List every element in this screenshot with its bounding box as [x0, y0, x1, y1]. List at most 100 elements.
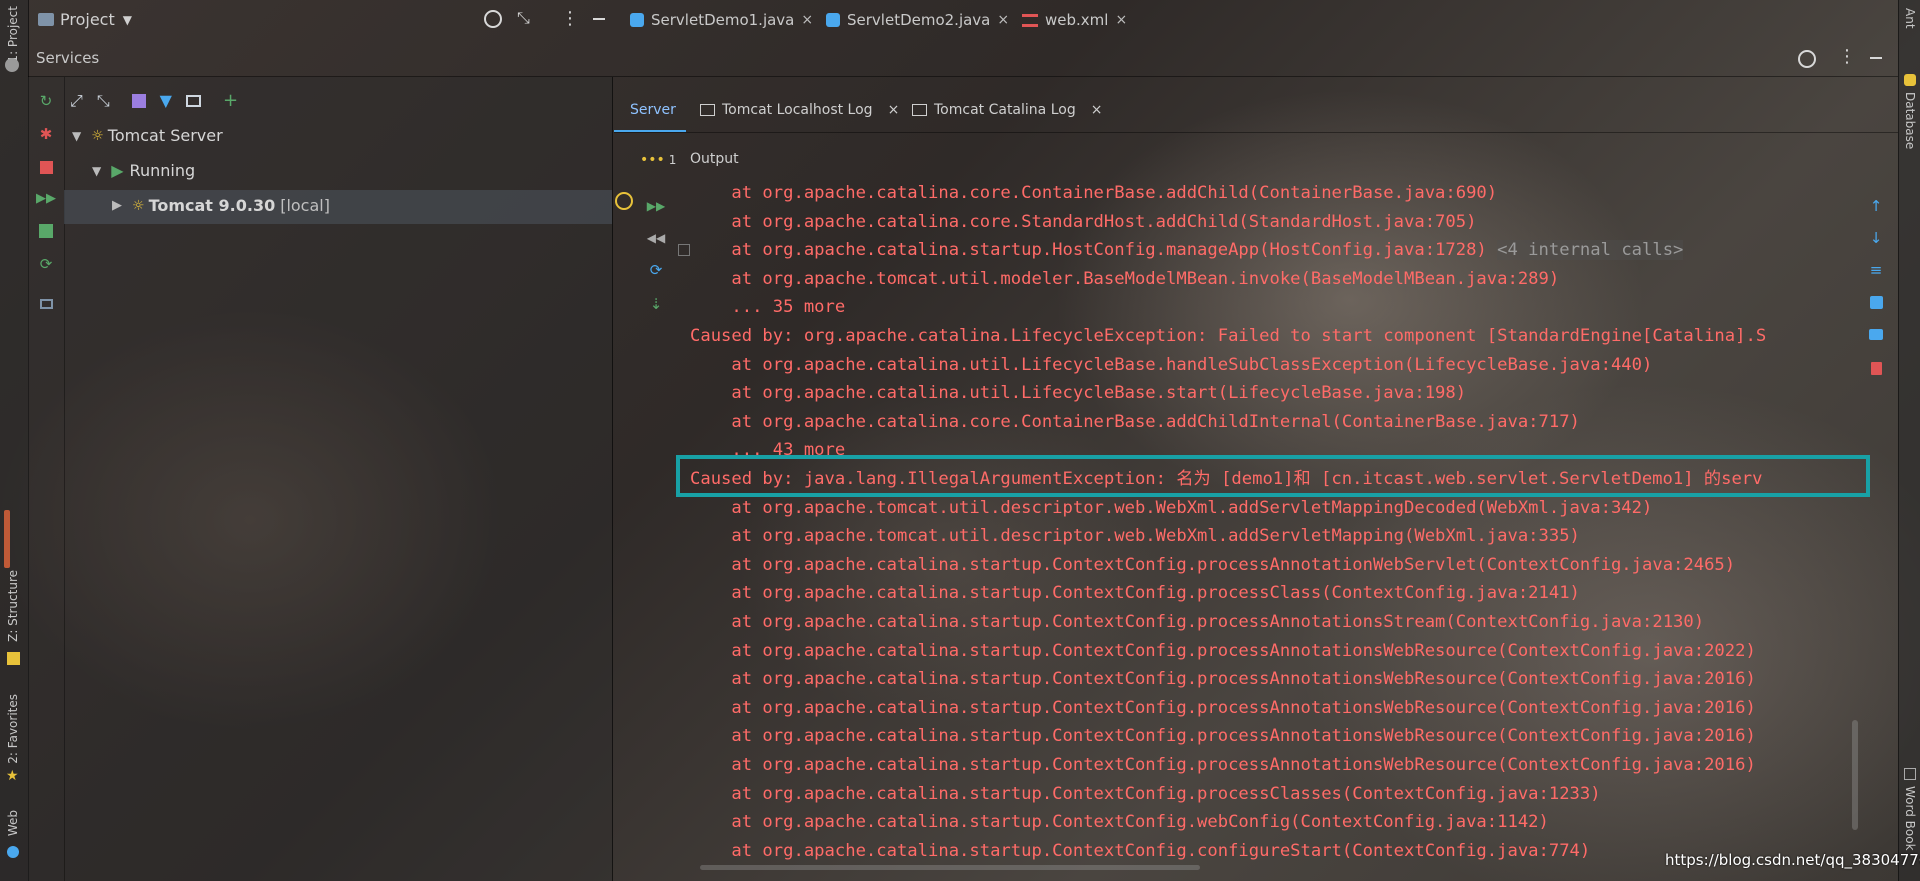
tab-tomcat-catalina-log[interactable]: Tomcat Catalina Log ×: [912, 88, 1102, 132]
open-in-new-tab-icon[interactable]: [185, 94, 201, 107]
close-icon[interactable]: ×: [1091, 102, 1103, 118]
warning-icon: [614, 191, 634, 211]
project-view-selector[interactable]: Project ▼: [38, 10, 132, 29]
update-icon[interactable]: ⟳: [37, 255, 55, 273]
group-by-icon[interactable]: [131, 93, 146, 108]
update-running-icon[interactable]: ⟳: [646, 260, 666, 280]
redeploy-icon[interactable]: ▶▶: [36, 189, 56, 207]
step-icon[interactable]: ◀◀: [646, 228, 666, 248]
database-icon: [1904, 74, 1916, 86]
layout-icon[interactable]: [37, 295, 55, 313]
right-tool-window-strip: Ant Database Word Book: [1898, 0, 1920, 881]
expand-all-icon[interactable]: ⤢: [70, 91, 83, 111]
log-line: at org.apache.catalina.startup.ContextCo…: [690, 812, 1549, 833]
redeploy-icon[interactable]: ▶▶: [646, 196, 666, 216]
output-label: Output: [690, 151, 739, 167]
tab-servletdemo2[interactable]: ServletDemo2.java ×: [826, 8, 1009, 32]
tab-label: ServletDemo2.java: [847, 11, 991, 29]
services-vertical-toolbar: ↻ ✱ ▶▶ ⟳: [28, 77, 65, 881]
word-book-tool-label: Word Book: [1903, 786, 1917, 851]
run-icon: ▶: [111, 161, 124, 180]
tree-label: Running: [129, 161, 196, 180]
log-line: at org.apache.catalina.util.LifecycleBas…: [690, 383, 1467, 404]
web-tool-button[interactable]: Web: [6, 810, 20, 840]
ant-tool-button[interactable]: Ant: [1903, 8, 1917, 33]
tab-tomcat-localhost-log[interactable]: Tomcat Localhost Log ×: [700, 88, 899, 132]
scroll-down-icon[interactable]: ↓: [1866, 228, 1886, 248]
tree-node-tomcat-instance[interactable]: ▶ ☼ Tomcat 9.0.30 [local]: [112, 196, 330, 215]
tree-node-running[interactable]: ▼ ▶ Running: [92, 161, 195, 180]
debug-icon[interactable]: ✱: [37, 125, 55, 143]
favorites-tool-button[interactable]: 2: Favorites: [6, 694, 20, 768]
target-icon[interactable]: [484, 10, 502, 28]
project-label: Project: [60, 10, 115, 29]
dump-threads-icon[interactable]: ⇣: [646, 294, 666, 314]
instance-name: Tomcat 9.0.30: [148, 196, 276, 215]
count-badge: 1: [668, 153, 677, 167]
tab-web-xml[interactable]: web.xml ×: [1022, 8, 1127, 32]
active-tab-underline: [614, 130, 686, 132]
structure-tool-label: Z: Structure: [6, 570, 20, 642]
tomcat-icon: ☼: [132, 197, 145, 214]
print-icon[interactable]: [1866, 324, 1886, 344]
target-icon[interactable]: [1798, 50, 1816, 68]
dots-icon: •••: [640, 152, 665, 168]
scroll-indicator: [4, 510, 10, 568]
scroll-to-end-icon[interactable]: [1866, 292, 1886, 312]
chevron-right-icon: ▶: [112, 198, 122, 213]
clear-all-icon[interactable]: [1866, 358, 1886, 378]
vertical-scrollbar[interactable]: [1852, 720, 1858, 830]
star-icon: ★: [6, 768, 19, 784]
favorites-tool-label: 2: Favorites: [6, 694, 20, 764]
log-line: at org.apache.catalina.startup.ContextCo…: [690, 697, 1756, 718]
log-line: Caused by: org.apache.catalina.Lifecycle…: [690, 326, 1767, 346]
collapse-all-icon[interactable]: ⤡: [97, 91, 110, 111]
log-line: at org.apache.tomcat.util.descriptor.web…: [690, 526, 1580, 547]
close-icon[interactable]: ×: [801, 12, 813, 28]
terminal-icon: [912, 104, 927, 116]
refresh-icon[interactable]: ↻: [37, 92, 55, 110]
highlight-box: [676, 455, 1870, 497]
stop-icon[interactable]: [37, 158, 55, 176]
log-line: at org.apache.catalina.core.ContainerBas…: [690, 411, 1580, 432]
log-line: at org.apache.catalina.core.StandardHost…: [690, 211, 1477, 232]
deployment-count[interactable]: ••• 1: [640, 152, 676, 168]
soft-wrap-icon[interactable]: ≡: [1866, 260, 1886, 280]
filter-icon[interactable]: ▼: [160, 91, 172, 110]
more-options-icon[interactable]: ⋮: [1838, 46, 1856, 67]
more-options-icon[interactable]: ⋮: [561, 8, 579, 29]
log-line: at org.apache.catalina.startup.HostConfi…: [690, 240, 1684, 261]
collapse-icon[interactable]: ⤡: [517, 8, 530, 28]
services-title: Services: [36, 49, 100, 67]
minimize-icon[interactable]: [593, 18, 605, 20]
log-line: at org.apache.catalina.startup.ContextCo…: [690, 669, 1756, 690]
log-line: at org.apache.catalina.startup.ContextCo…: [690, 726, 1756, 747]
close-icon[interactable]: ×: [888, 102, 900, 118]
deploy-icon[interactable]: [37, 222, 55, 240]
fold-marker-icon[interactable]: [678, 244, 690, 256]
minimize-icon[interactable]: [1870, 57, 1882, 59]
chevron-down-icon: ▼: [122, 12, 132, 27]
add-service-icon[interactable]: +: [223, 90, 238, 111]
close-icon[interactable]: ×: [997, 12, 1009, 28]
word-book-tool-button[interactable]: Word Book: [1903, 786, 1917, 855]
instance-suffix: [local]: [280, 196, 330, 215]
structure-icon: [7, 652, 20, 665]
close-icon[interactable]: ×: [1115, 12, 1127, 28]
tab-server[interactable]: Server: [630, 88, 676, 132]
log-line: ... 35 more: [690, 297, 846, 318]
tab-label: Server: [630, 102, 676, 118]
tree-node-tomcat-server[interactable]: ▼ ☼ Tomcat Server: [72, 126, 223, 145]
structure-tool-button[interactable]: Z: Structure: [6, 570, 20, 646]
log-line: at org.apache.catalina.startup.ContextCo…: [690, 755, 1756, 775]
tab-servletdemo1[interactable]: ServletDemo1.java ×: [630, 8, 813, 32]
horizontal-scrollbar[interactable]: [700, 865, 1200, 870]
scroll-up-icon[interactable]: ↑: [1866, 196, 1886, 216]
console-output[interactable]: at org.apache.catalina.core.ContainerBas…: [690, 179, 1860, 869]
log-tabs: Server Tomcat Localhost Log × Tomcat Cat…: [614, 88, 1898, 133]
internal-calls-hint[interactable]: <4 internal calls>: [1497, 240, 1684, 261]
tomcat-icon: ☼: [91, 127, 104, 144]
database-tool-button[interactable]: Database: [1903, 92, 1917, 153]
log-line: at org.apache.catalina.startup.ContextCo…: [690, 583, 1580, 604]
database-tool-label: Database: [1903, 92, 1917, 150]
